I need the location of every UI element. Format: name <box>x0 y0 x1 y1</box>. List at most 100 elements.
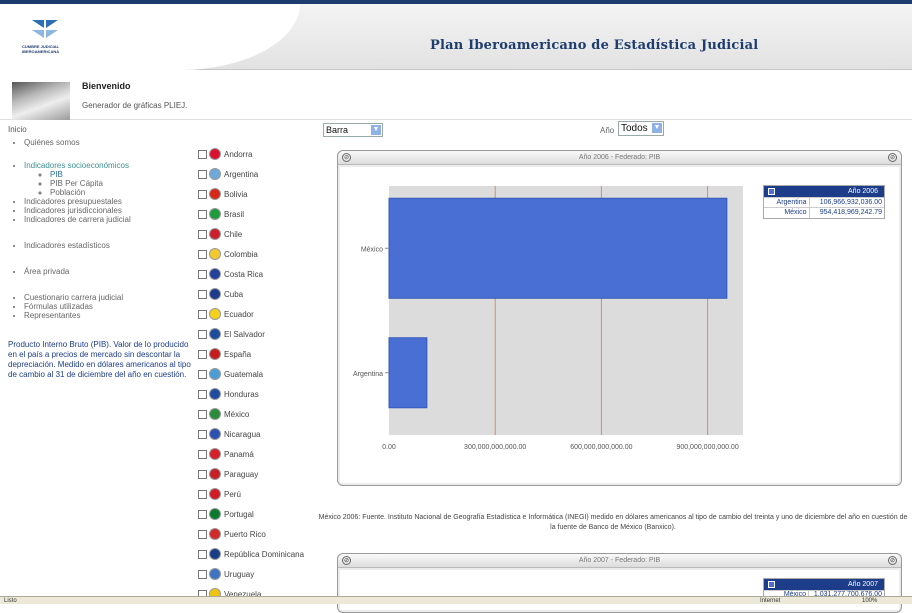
bar-argentina[interactable] <box>388 337 428 409</box>
nav-item-label: Indicadores presupuestales <box>24 197 122 206</box>
nav-inicio-link[interactable]: Inicio <box>8 125 193 134</box>
flag-icon <box>209 448 221 460</box>
country-checkbox[interactable] <box>198 269 207 279</box>
country-checkbox[interactable] <box>198 389 207 399</box>
bar-mxico[interactable] <box>388 197 728 299</box>
country-option[interactable]: Cuba <box>198 284 318 304</box>
legend-row: México 954,418,969,242.79 <box>764 207 884 218</box>
country-checkbox[interactable] <box>198 289 207 299</box>
site-header: CUMBRE JUDICIAL IBEROAMERICANA Plan Iber… <box>0 4 912 70</box>
flag-icon <box>209 408 221 420</box>
close-icon[interactable]: ⊘ <box>888 153 897 162</box>
country-option[interactable]: Colombia <box>198 244 318 264</box>
nav-item-area-privada[interactable]: Área privada <box>24 267 193 276</box>
country-option[interactable]: Andorra <box>198 144 318 164</box>
nav-item-label: Población <box>50 188 86 197</box>
flag-icon <box>209 388 221 400</box>
country-option[interactable]: Portugal <box>198 504 318 524</box>
nav-item-cuestionario[interactable]: Cuestionario carrera judicial <box>24 293 193 302</box>
country-checkbox[interactable] <box>198 469 207 479</box>
chevron-down-icon[interactable]: ▼ <box>371 125 381 135</box>
country-option[interactable]: Paraguay <box>198 464 318 484</box>
country-option[interactable]: Perú <box>198 484 318 504</box>
nav-item-quienes-somos[interactable]: Quiénes somos <box>24 138 193 147</box>
country-checkbox[interactable] <box>198 209 207 219</box>
country-checkbox[interactable] <box>198 169 207 179</box>
country-checkbox[interactable] <box>198 489 207 499</box>
nav-item-formulas[interactable]: Fórmulas utilizadas <box>24 302 193 311</box>
collapse-icon[interactable]: ⊘ <box>342 556 351 565</box>
country-label: Panamá <box>224 449 254 459</box>
chevron-down-icon[interactable]: ▼ <box>652 123 662 133</box>
country-checkbox[interactable] <box>198 309 207 319</box>
country-option[interactable]: Puerto Rico <box>198 524 318 544</box>
country-option[interactable]: Honduras <box>198 384 318 404</box>
country-checkbox[interactable] <box>198 349 207 359</box>
country-label: Costa Rica <box>224 269 264 279</box>
country-checkbox[interactable] <box>198 509 207 519</box>
country-checkbox[interactable] <box>198 369 207 379</box>
country-option[interactable]: Costa Rica <box>198 264 318 284</box>
country-option[interactable]: Ecuador <box>198 304 318 324</box>
country-checkbox[interactable] <box>198 449 207 459</box>
page-title: Plan Iberoamericano de Estadística Judic… <box>430 38 759 53</box>
nav-item-indicadores-carrera-judicial[interactable]: Indicadores de carrera judicial <box>24 215 193 224</box>
nav-item-representantes[interactable]: Representantes <box>24 311 193 320</box>
nav-item-indicadores-jurisdiccionales[interactable]: Indicadores jurisdiccionales <box>24 206 193 215</box>
country-checkbox[interactable] <box>198 249 207 259</box>
country-checkbox[interactable] <box>198 229 207 239</box>
legend-header: Año 2006 <box>764 186 884 197</box>
nav-item-label: Quiénes somos <box>24 138 80 147</box>
nav-subitem-pib-per-capita[interactable]: PIB Per Cápita <box>50 179 193 188</box>
nav-subitem-pib[interactable]: PIB <box>50 170 193 179</box>
country-label: Andorra <box>224 149 253 159</box>
country-checkbox[interactable] <box>198 529 207 539</box>
country-checkbox[interactable] <box>198 409 207 419</box>
legend-value: 106,966,932,036.00 <box>809 197 884 208</box>
nav-item-label: PIB Per Cápita <box>50 179 103 188</box>
country-option[interactable]: El Salvador <box>198 324 318 344</box>
country-option[interactable]: Nicaragua <box>198 424 318 444</box>
country-label: Guatemala <box>224 369 264 379</box>
country-option[interactable]: Uruguay <box>198 564 318 584</box>
country-label: Brasil <box>224 209 245 219</box>
logo-emblem-icon <box>32 20 58 38</box>
country-label: Colombia <box>224 249 258 259</box>
year-select[interactable]: Todos ▼ <box>618 121 664 136</box>
country-checkbox[interactable] <box>198 189 207 199</box>
country-option[interactable]: España <box>198 344 318 364</box>
nav-item-label: Indicadores jurisdiccionales <box>24 206 122 215</box>
close-icon[interactable]: ⊘ <box>888 556 897 565</box>
country-checkbox[interactable] <box>198 569 207 579</box>
category-label: Argentina <box>353 371 383 378</box>
chart-controls: Barra ▼ Año Todos ▼ <box>323 121 903 141</box>
country-option[interactable]: Brasil <box>198 204 318 224</box>
nav-item-indicadores-presupuestales[interactable]: Indicadores presupuestales <box>24 197 193 206</box>
collapse-icon[interactable]: ⊘ <box>342 153 351 162</box>
country-option[interactable]: Chile <box>198 224 318 244</box>
chart-type-select[interactable]: Barra ▼ <box>323 123 383 137</box>
country-checkbox[interactable] <box>198 549 207 559</box>
country-option[interactable]: República Dominicana <box>198 544 318 564</box>
source-note: México 2006: Fuente. Instituto Nacional … <box>318 514 908 531</box>
nav-item-indicadores-socioeconomicos[interactable]: Indicadores socioeconómicos PIB PIB Per … <box>24 161 193 197</box>
country-option[interactable]: Panamá <box>198 444 318 464</box>
x-tick-label: 900,000,000,000.00 <box>676 444 738 451</box>
country-option[interactable]: Guatemala <box>198 364 318 384</box>
country-checkbox[interactable] <box>198 429 207 439</box>
logo-text: CUMBRE JUDICIAL IBEROAMERICANA <box>22 44 60 54</box>
country-checkbox[interactable] <box>198 149 207 159</box>
x-tick-label: 0.00 <box>382 444 396 451</box>
nav-item-label: PIB <box>50 170 63 179</box>
country-label: Paraguay <box>224 469 259 479</box>
country-option[interactable]: Bolivia <box>198 184 318 204</box>
legend-header: Año 2007 <box>764 579 884 590</box>
country-option[interactable]: México <box>198 404 318 424</box>
nav-subitem-poblacion[interactable]: Población <box>50 188 193 197</box>
country-option[interactable]: Argentina <box>198 164 318 184</box>
country-checkbox[interactable] <box>198 329 207 339</box>
site-logo[interactable]: CUMBRE JUDICIAL IBEROAMERICANA <box>22 18 70 66</box>
nav-item-indicadores-estadisticos[interactable]: Indicadores estadísticos <box>24 241 193 250</box>
flag-icon <box>209 148 221 160</box>
flag-icon <box>209 188 221 200</box>
